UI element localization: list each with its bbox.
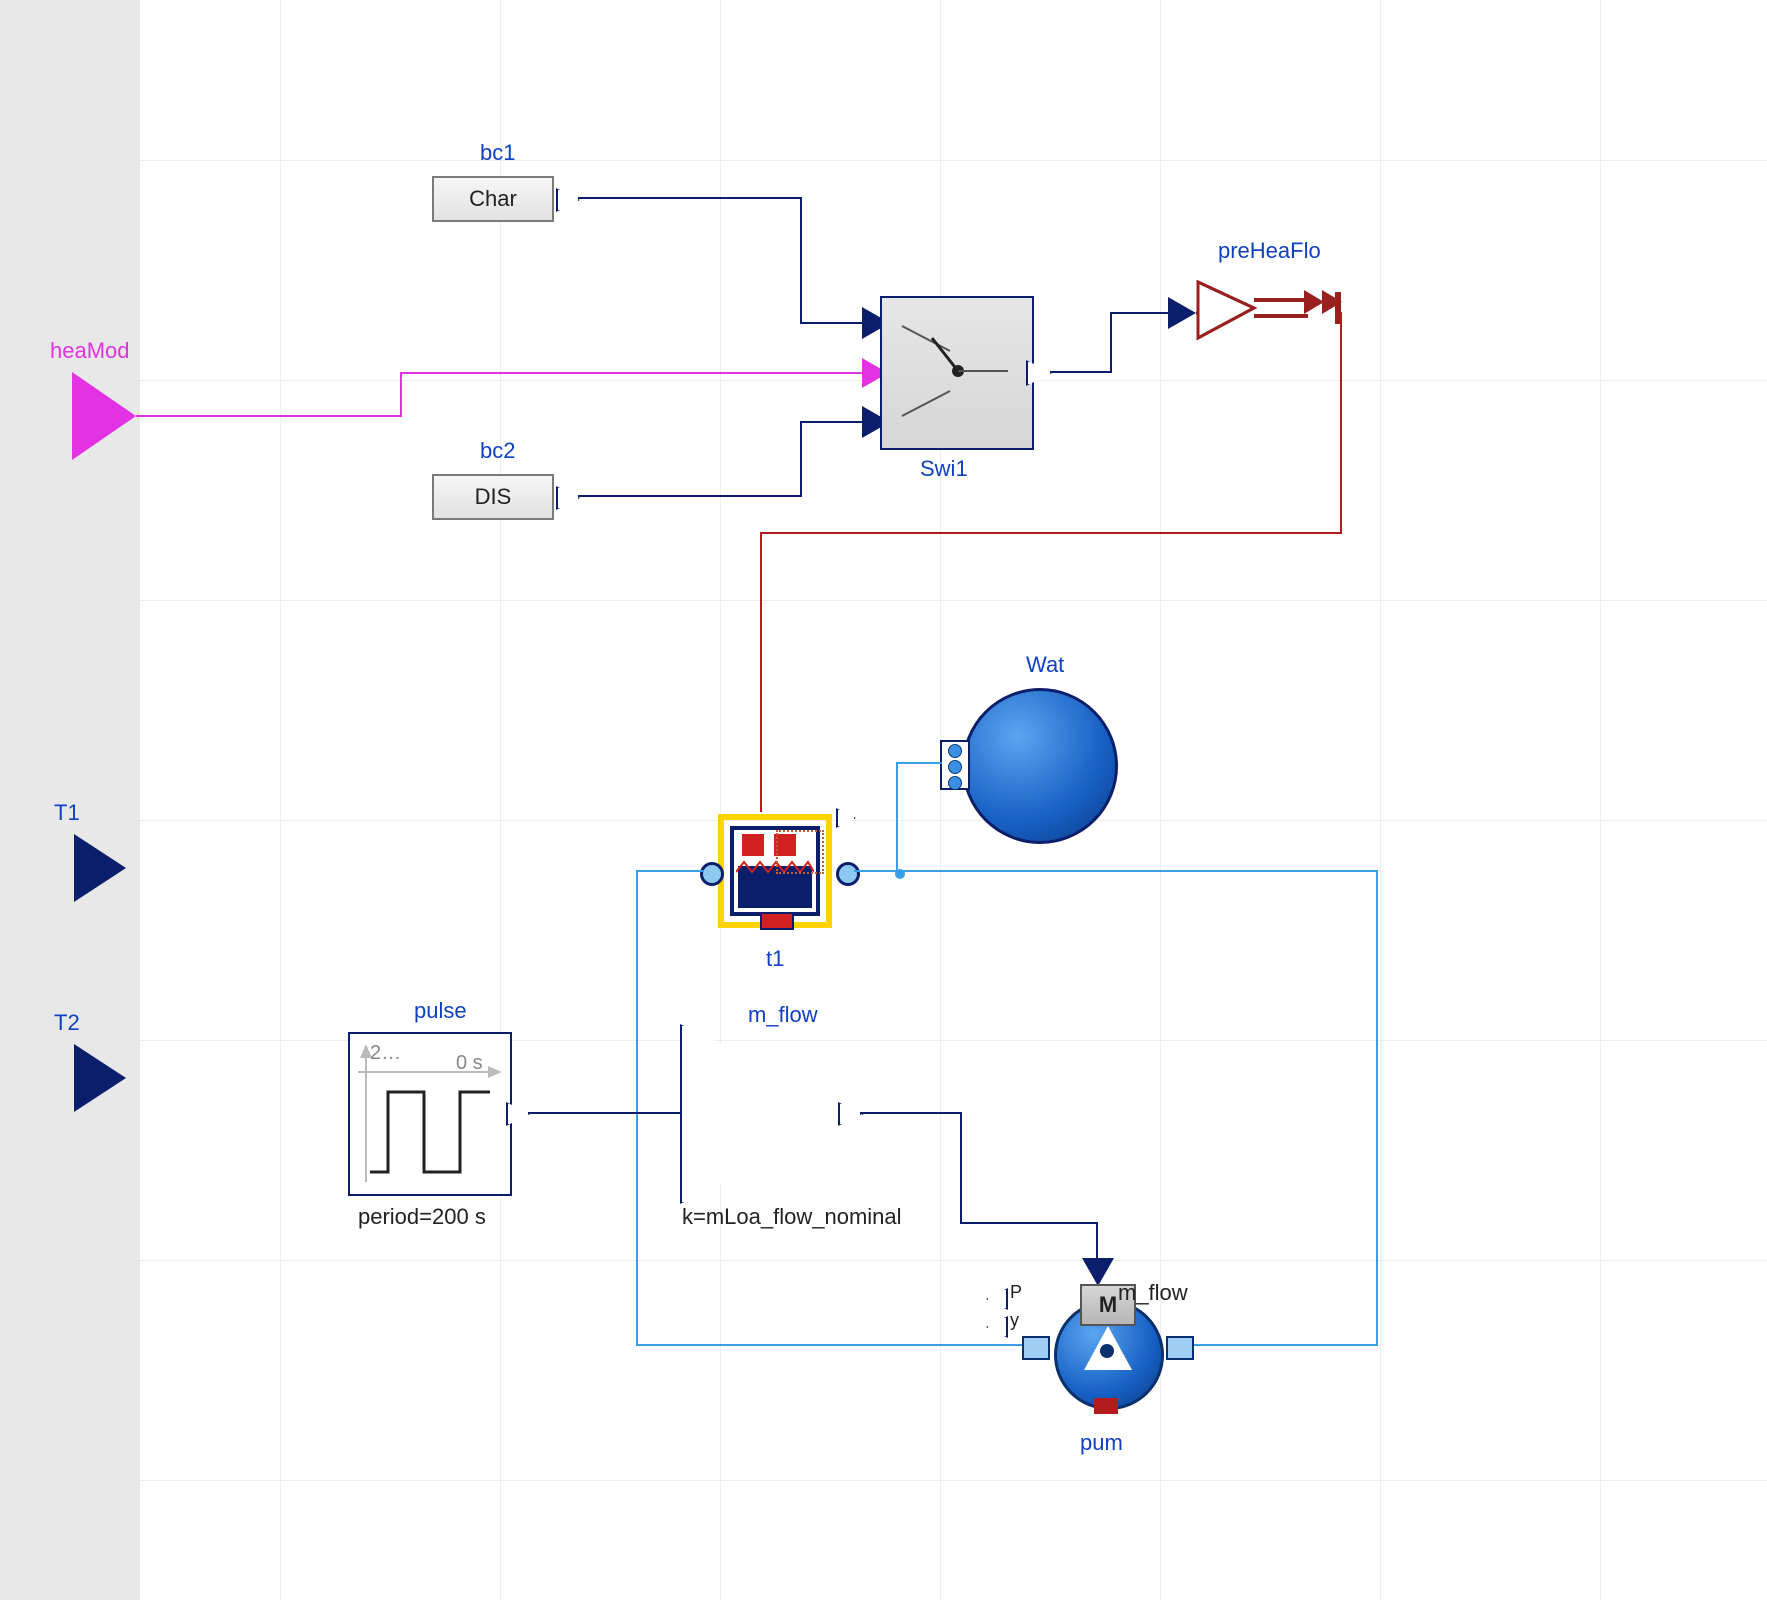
wire-swi1-h2 — [1110, 312, 1168, 314]
preHeaFlo-label: preHeaFlo — [1218, 238, 1321, 264]
bc2-block[interactable]: DIS — [432, 474, 554, 520]
wire-mflow-h2 — [960, 1222, 1096, 1224]
wire-bc2-h — [578, 495, 800, 497]
bc1-block[interactable]: Char — [432, 176, 554, 222]
wat-block[interactable] — [962, 688, 1118, 844]
pum-label: pum — [1080, 1430, 1123, 1456]
t1-block[interactable] — [712, 808, 838, 934]
swi1-label: Swi1 — [920, 456, 968, 482]
t1-port-b[interactable] — [836, 862, 860, 886]
wire-swi1-h1 — [1050, 371, 1110, 373]
wire-bc1-h — [578, 197, 800, 199]
T1-label: T1 — [54, 800, 80, 826]
wire-bc1-h2 — [800, 322, 862, 324]
pulse-top-annot: 2… — [370, 1042, 401, 1065]
pum-y-label: y — [1010, 1310, 1019, 1331]
wire-fluid-pum-a-h2 — [636, 870, 704, 872]
wire-fluid-right-h — [900, 870, 1376, 872]
pum-p-label: P — [1010, 1282, 1022, 1303]
swi1-block[interactable] — [880, 296, 1034, 450]
wire-heaMod-v — [400, 372, 402, 417]
bc2-label: bc2 — [480, 438, 515, 464]
mflow-label: m_flow — [748, 1002, 818, 1028]
pulse-caption: period=200 s — [358, 1204, 486, 1230]
wire-preheaflo-h — [760, 532, 1342, 534]
t1-port-a[interactable] — [700, 862, 724, 886]
mflow-caption: k=mLoa_flow_nominal — [682, 1204, 902, 1230]
diagram-grid — [140, 0, 1767, 1600]
wire-fluid-wat-h — [896, 762, 942, 764]
wire-fluid-pum-a-v — [636, 870, 638, 1346]
heaMod-port[interactable] — [72, 372, 136, 460]
wire-heaMod-h2 — [400, 372, 862, 374]
T2-port[interactable] — [74, 1044, 126, 1112]
wire-bc2-v — [800, 421, 802, 497]
wire-fluid-wat-v — [896, 762, 898, 872]
bc1-label: bc1 — [480, 140, 515, 166]
wire-preheaflo-v1 — [1340, 312, 1342, 532]
wire-pulse-h — [528, 1112, 680, 1114]
pum-mflow-label: m_flow — [1118, 1280, 1188, 1306]
wire-bc2-h2 — [800, 421, 862, 423]
arrow-swi1-preheaflo — [1168, 297, 1199, 329]
wire-fluid-pum-b — [1176, 1344, 1378, 1346]
wire-mflow-v1 — [960, 1112, 962, 1222]
wire-fluid-pum-a-h — [636, 1344, 1038, 1346]
wire-fluid-right-v — [1376, 870, 1378, 1346]
wire-preheaflo-v2 — [760, 532, 762, 812]
wat-ports[interactable] — [940, 740, 970, 790]
pulse-label: pulse — [414, 998, 467, 1024]
T2-label: T2 — [54, 1010, 80, 1036]
t1-label: t1 — [766, 946, 784, 972]
wire-mflow-h — [860, 1112, 960, 1114]
pulse-right-annot: 0 s — [456, 1052, 483, 1075]
preHeaFlo-block[interactable] — [1196, 280, 1346, 350]
T1-port[interactable] — [74, 834, 126, 902]
wire-mflow-v2 — [1096, 1222, 1098, 1258]
wire-swi1-v — [1110, 312, 1112, 373]
heaMod-label: heaMod — [50, 338, 130, 364]
wat-label: Wat — [1026, 652, 1064, 678]
wire-bc1-v — [800, 197, 802, 322]
wire-heaMod-h1 — [136, 415, 400, 417]
